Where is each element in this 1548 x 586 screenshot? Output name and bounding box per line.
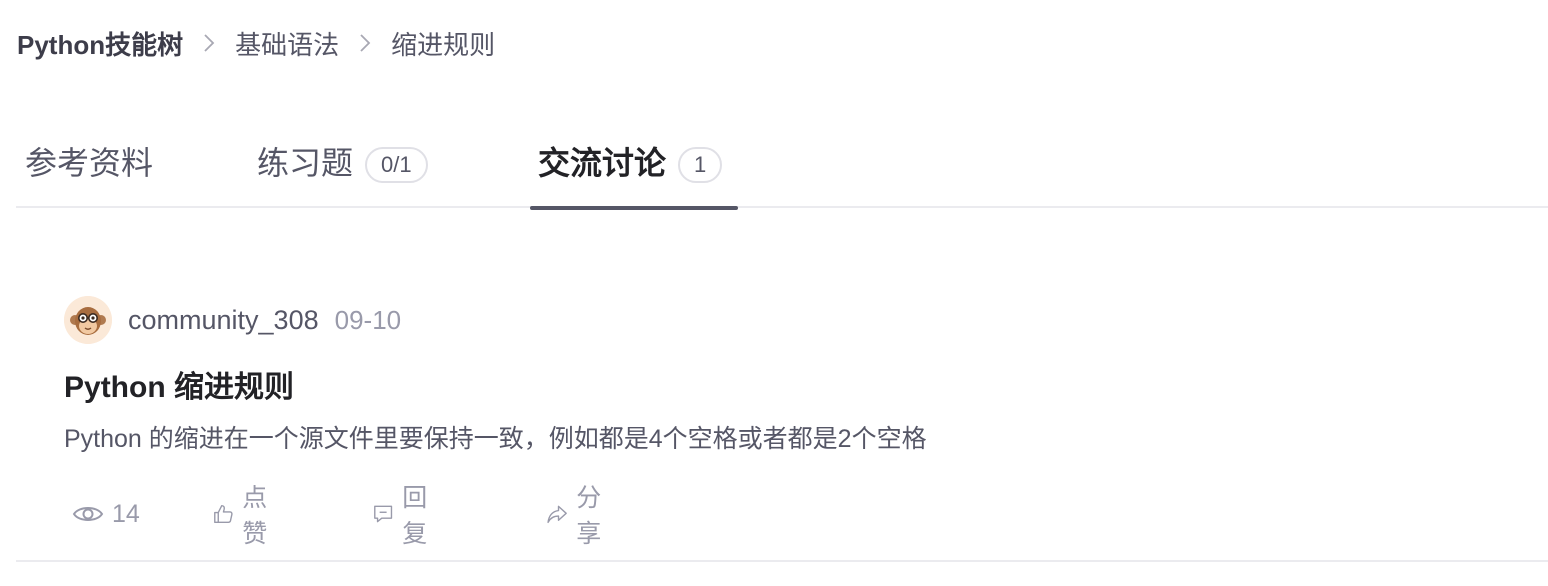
active-tab-indicator: [530, 206, 738, 210]
tab-label: 练习题: [257, 145, 354, 181]
chevron-right-icon: [183, 26, 235, 60]
exercise-count-badge: 0/1: [365, 147, 428, 183]
divider: [16, 560, 1548, 562]
post-body: Python 的缩进在一个源文件里要保持一致，例如都是4个空格或者都是2个空格: [64, 425, 927, 453]
reply-button[interactable]: 回复: [372, 484, 437, 548]
view-count: 14: [72, 494, 140, 534]
share-icon: [547, 505, 567, 524]
breadcrumb-indent-rules: 缩进规则: [391, 29, 496, 60]
discussion-count-badge: 1: [678, 147, 723, 183]
like-button[interactable]: 点赞: [212, 484, 277, 548]
post-author[interactable]: community_308: [128, 305, 319, 336]
share-button[interactable]: 分享: [546, 484, 611, 548]
tab-discussion[interactable]: 交流讨论 1: [530, 135, 738, 210]
tab-label: 交流讨论: [538, 145, 667, 181]
discussion-post: community_308 09-10 Python 缩进规则 Python 的…: [64, 296, 1484, 456]
tab-exercises[interactable]: 练习题 0/1: [257, 135, 428, 208]
avatar[interactable]: [64, 296, 112, 344]
post-meta: community_308 09-10: [64, 296, 1484, 344]
breadcrumb: Python技能树 基础语法 缩进规则: [17, 26, 495, 60]
reply-label: 回复: [402, 484, 428, 548]
breadcrumb-basic-syntax[interactable]: 基础语法: [235, 25, 339, 62]
eye-icon: [72, 507, 104, 521]
share-label: 分享: [576, 484, 602, 548]
view-count-value: 14: [112, 499, 140, 528]
comment-icon: [374, 505, 393, 523]
like-label: 点赞: [242, 484, 268, 548]
tab-label: 参考资料: [25, 145, 154, 181]
tab-references[interactable]: 参考资料: [25, 135, 153, 208]
tab-bar: 参考资料 练习题 0/1 交流讨论 1: [16, 135, 1548, 210]
chevron-right-icon: [339, 26, 391, 60]
thumbs-up-icon: [214, 504, 233, 524]
breadcrumb-python-skilltree[interactable]: Python技能树: [17, 25, 183, 62]
monkey-avatar-icon: [64, 296, 112, 344]
post-title[interactable]: Python 缩进规则: [64, 368, 1484, 408]
post-date: 09-10: [334, 304, 402, 335]
